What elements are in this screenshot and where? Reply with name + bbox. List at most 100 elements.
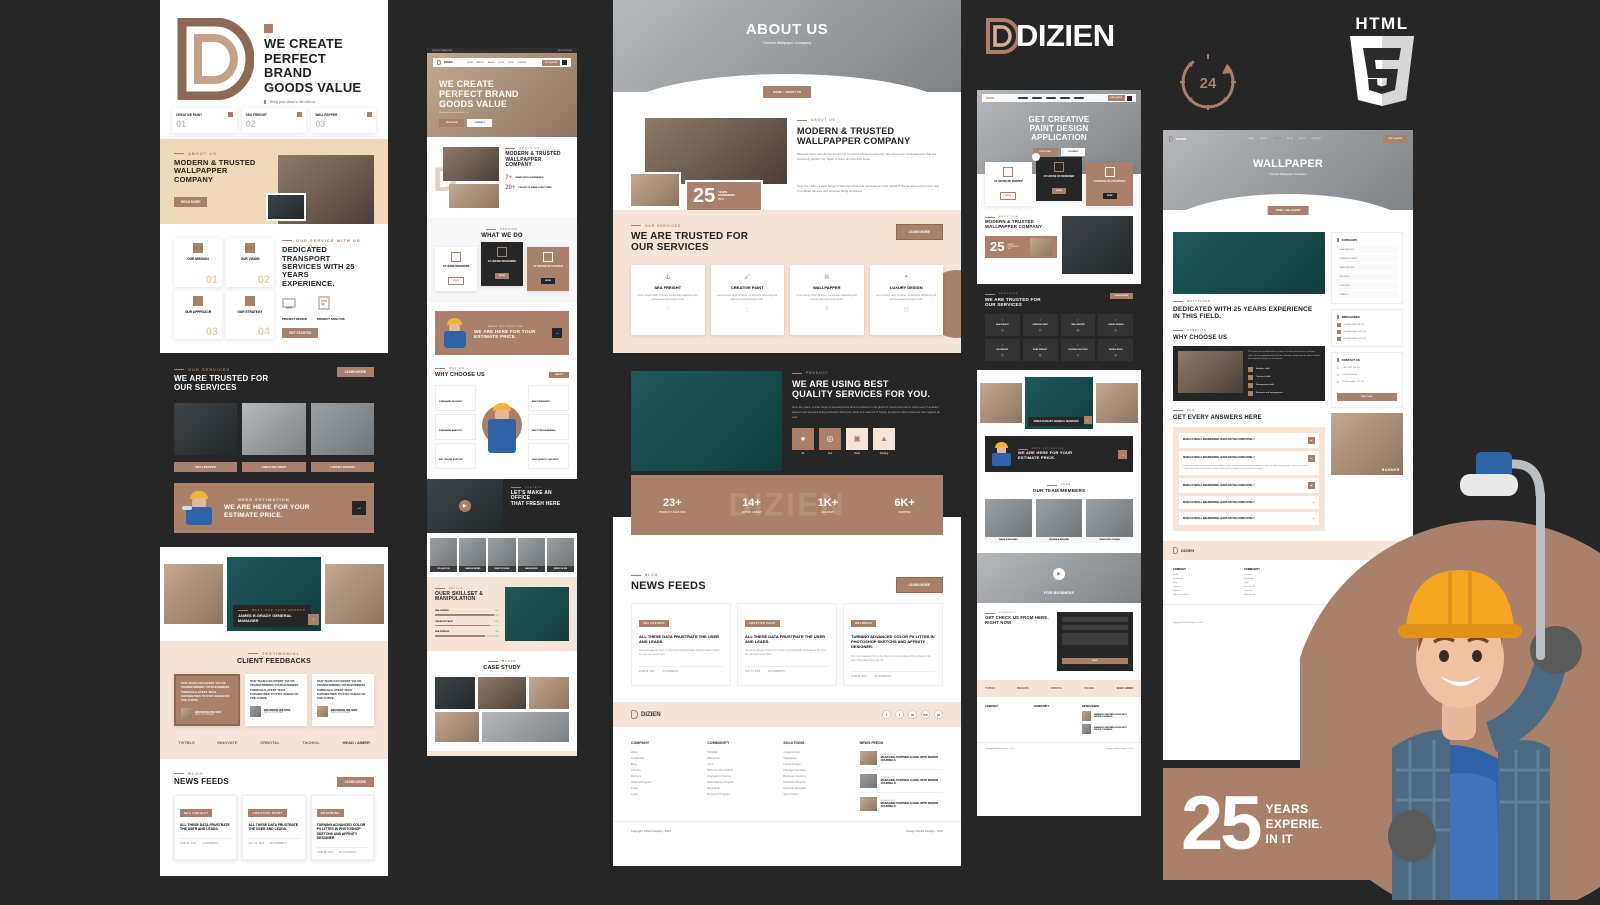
about-breadcrumb[interactable]: HOME > ABOUT US	[763, 86, 811, 98]
testimonial-card[interactable]: OUR TEAM CAN ASSIST YOU IN TRANSFORMING …	[174, 673, 240, 726]
footer-link[interactable]: Legal	[631, 793, 695, 796]
footer-link[interactable]: Leadership	[631, 757, 695, 760]
team-card[interactable]: REBECCA KIM	[546, 537, 575, 572]
footer-link[interactable]: Blog Temp	[707, 787, 771, 790]
footer-news-item[interactable]: JUNE 08, 2023 MANAGING PARTNER ALONG WIT…	[859, 774, 943, 794]
whychoose-point[interactable]: BEST PROGRAMMING	[528, 413, 569, 440]
whychoose-point[interactable]: HIGH QUALITY SECURITY	[528, 442, 569, 469]
brochure-item[interactable]: DOWNLOAD DOCS .02	[1336, 330, 1397, 334]
nav-item-shop[interactable]: SHOP	[1299, 138, 1305, 140]
whychoose-point[interactable]: 24/7 ONLINE SUPPORT	[435, 442, 476, 469]
menu-icon[interactable]	[561, 60, 567, 65]
footer-link[interactable]: Creative Paint	[783, 751, 847, 754]
footer-link[interactable]: About	[631, 751, 695, 754]
home-navbar[interactable]: DIZIEN HOME ABOUT PAGES BLOG SHOP CONTAC…	[433, 58, 571, 67]
feature-card[interactable]: OUR APPROACH 03	[174, 290, 222, 340]
paint-service-tile[interactable]: ✦ INSTALLATION ◉	[1098, 339, 1133, 362]
sidebar-category-item[interactable]: SHIPPING	[1336, 282, 1397, 289]
service-footer-link[interactable]: Originals	[1244, 590, 1307, 592]
footer-link[interactable]: Business Solutions	[783, 775, 847, 778]
service-card[interactable]: ✦ LUXURY DESIGN Lorem ipsum dolor sit am…	[869, 265, 943, 336]
whychoose-button[interactable]: ABOUT	[549, 371, 569, 378]
footer-link[interactable]: Blog	[631, 763, 695, 766]
footer-link[interactable]: Research Program	[707, 793, 771, 796]
service-nav-button[interactable]: GET A QUOTE	[1383, 135, 1407, 143]
footer-link[interactable]: Referral Program	[631, 781, 695, 784]
nav-item-contact[interactable]: CONTACT	[518, 62, 528, 64]
paint-contact-form[interactable]: SEND	[1056, 612, 1133, 672]
paint-nav-button[interactable]: GET A QUOTE	[1107, 95, 1125, 101]
next-arrow-icon[interactable]: ›	[1083, 416, 1092, 425]
whatwedo-card-button[interactable]: MORE	[495, 272, 509, 279]
twitter-icon[interactable]: t	[895, 710, 904, 720]
faq-item[interactable]: WHICH OVERALL ENGINEERING LEADS ON THE C…	[1179, 496, 1319, 510]
paint-service-tile[interactable]: ✦ SEA FREIGHT ▤	[985, 314, 1020, 337]
about-news-card[interactable]: SEA FREIGHT ALL THESE DATA FRUSTRATE THE…	[631, 602, 731, 687]
about-news-button[interactable]: LEARN MORE	[895, 576, 943, 593]
service-footer-link[interactable]: Write for DIZ	[1244, 586, 1307, 588]
service-footer-link[interactable]: About	[1173, 574, 1236, 576]
nav-logo[interactable]: DIZIEN	[444, 61, 453, 64]
service-footer-link[interactable]: Wireframe	[1244, 578, 1307, 580]
about-news-card[interactable]: BRANDING TURNING ADVANCED COLOR PX LITTE…	[843, 602, 943, 687]
mockup-about-page[interactable]: ABOUT US Trusted Wallpaper Company HOME …	[613, 0, 961, 866]
mockup-cover-page[interactable]: WE CREATE PERFECT BRAND GOODS VALUE Brin…	[160, 0, 388, 880]
mockup-paint-page[interactable]: DIZIEN GET A QUOTE GET CREATIVE PAINT DE…	[977, 90, 1141, 816]
news-card[interactable]: BRANDING TURNING ADVANCED COLOR PX LITTE…	[310, 794, 374, 860]
service-footer-link[interactable]: Blog	[1173, 582, 1236, 584]
cover-service-chip[interactable]: WALLPAPPER 03	[311, 108, 377, 133]
footer-link[interactable]: Wireframe	[707, 757, 771, 760]
faq-item[interactable]: WHICH OVERALL ENGINEERING LEADS ON THE C…	[1179, 512, 1319, 526]
quality-tab[interactable]: ▲ Packing	[873, 427, 895, 455]
footer-link[interactable]: Habit Startup Program	[707, 781, 771, 784]
faq-item-open[interactable]: WHICH OVERALL ENGINEERING LEADS ON THE C…	[1179, 450, 1319, 476]
case-image[interactable]	[478, 677, 526, 710]
manager-card[interactable]: MEET OUR TEAM MEMBER JAMES R.GRADY GENER…	[226, 557, 322, 632]
nav-item-shop[interactable]: SHOP	[508, 62, 514, 64]
paint-card[interactable]: AT HOUSE OF PAINTER MORE	[985, 162, 1032, 206]
quality-tab[interactable]: ● Air	[792, 427, 814, 455]
tile-label[interactable]: CREATIVE PAINT	[242, 462, 306, 473]
trusted-tile[interactable]: WALLPAPPER	[174, 403, 238, 473]
paint-contact-button[interactable]: CONTACT	[1060, 147, 1086, 156]
service-footer-link[interactable]: Habit Startup	[1244, 594, 1307, 596]
whatwedo-card-button[interactable]: MORE	[448, 276, 464, 285]
service-card[interactable]: ⚓ SEA FREIGHT Lorem ipsum dolor sit amet…	[631, 265, 705, 336]
service-breadcrumb[interactable]: HOME > WALLPAPER	[1267, 206, 1309, 215]
service-footer-link[interactable]: Referral Program	[1173, 594, 1236, 596]
whatwedo-card[interactable]: AT HOUSE DESIGNING MORE	[481, 241, 523, 286]
footer-news-item[interactable]: JUNE 08, 2023 MANAGING PARTNER ALONG WIT…	[859, 797, 943, 812]
trusted-learn-more-button[interactable]: LEARN MORE	[336, 367, 374, 378]
quality-tab[interactable]: ◎ Sea	[819, 427, 841, 455]
paint-card[interactable]: AT HOUSE OF DESIGNER MORE	[1031, 153, 1083, 201]
testimonial-card[interactable]: OUR TEAM CAN ASSIST YOU IN TRANSFORMING …	[245, 673, 307, 726]
team-card[interactable]: MAGGIE BOS	[517, 537, 545, 572]
paint-service-tile[interactable]: ✦ WALLPAPPER ▦	[1060, 314, 1096, 337]
play-icon[interactable]: ▶	[1053, 568, 1065, 581]
paint-estimate-arrow-icon[interactable]: →	[1118, 449, 1127, 459]
paint-form-submit[interactable]: SEND	[1061, 658, 1128, 665]
paint-service-tile[interactable]: ✦ PACKING SOLUTION ◈	[1060, 339, 1096, 362]
team-card[interactable]: MARCOS BLAIR	[488, 537, 516, 572]
whatwedo-card-button[interactable]: MORE	[541, 277, 555, 284]
whychoose-point[interactable]: STANDARD ANALYTIC	[435, 413, 476, 440]
paint-service-tile[interactable]: ✦ AIR FREIGHT ▨	[985, 339, 1020, 362]
contact-item[interactable]: ✆ +880 1615 562 013	[1337, 366, 1397, 370]
paint-card-button[interactable]: MORE	[1052, 188, 1066, 194]
hero-discover-button[interactable]: DISCOVER	[439, 119, 465, 128]
paint-manager-card[interactable]: JAMES R.GRADY GENERAL MANAGER ›	[1025, 377, 1093, 430]
topbar-right-text[interactable]: GET IN TOUCH	[558, 50, 572, 52]
team-card[interactable]: ISABELA BENNE	[459, 537, 487, 572]
service-footer-link[interactable]: Tutorials	[1244, 574, 1307, 576]
play-icon[interactable]: ▶	[458, 499, 471, 512]
footer-link[interactable]: Careers	[631, 769, 695, 772]
sidebar-category-item[interactable]: WALLPAPPER	[1336, 264, 1397, 271]
service-card[interactable]: 🖌 CREATIVE PAINT Lorem ipsum dolor sit a…	[710, 265, 784, 336]
feature-card[interactable]: OUR VISION 02	[226, 238, 274, 287]
footer-link[interactable]: Research Program	[783, 781, 847, 784]
tile-label[interactable]: LUXURY DESIGN	[310, 462, 374, 473]
footer-link[interactable]: Sport Starter	[783, 793, 847, 796]
cover-service-chip[interactable]: SEA FREIGHT 02	[241, 108, 307, 133]
cover-service-chip[interactable]: CREATIVE PAINT 01	[172, 108, 237, 133]
paint-team-card[interactable]: DAVID A.WILLIAMS	[985, 499, 1032, 544]
